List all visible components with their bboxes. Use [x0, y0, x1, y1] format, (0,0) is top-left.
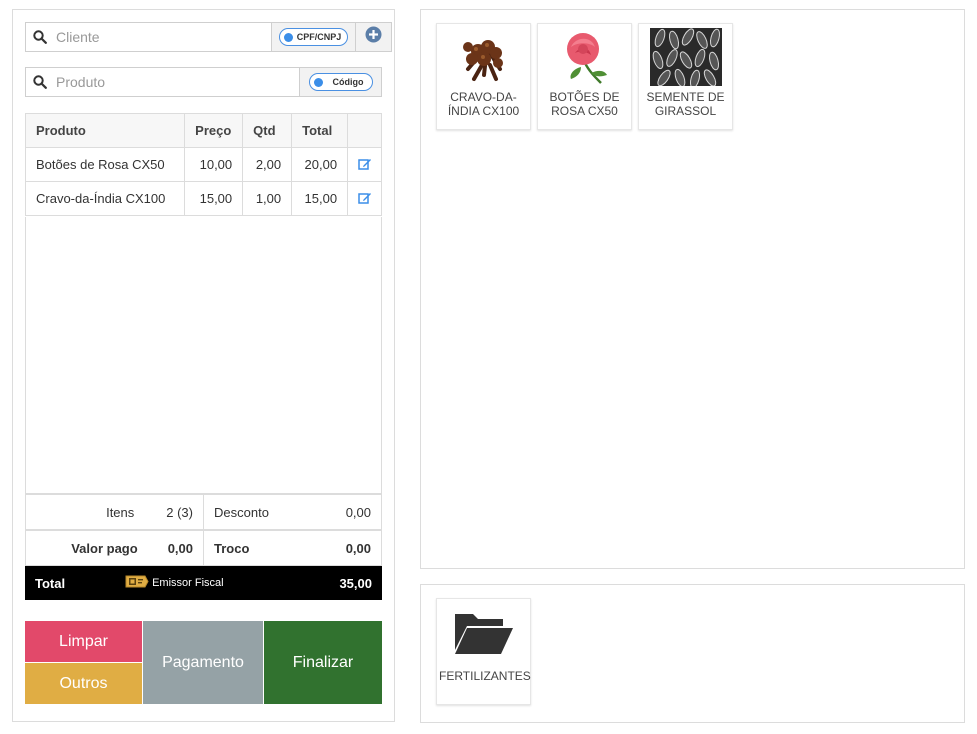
product-search: Código	[25, 67, 382, 97]
products-panel: CRAVO-DA-ÍNDIA CX100 BOTÕES DE ROSA CX50	[420, 9, 965, 569]
cart-header-row: Produto Preço Qtd Total	[24, 113, 382, 148]
payment-button[interactable]: Pagamento	[143, 621, 263, 704]
col-price: Preço	[184, 113, 244, 148]
row-price: 10,00	[184, 147, 244, 182]
product-toggle-label: Código	[332, 77, 364, 87]
col-total: Total	[291, 113, 349, 148]
paid-value: 0,00	[167, 540, 193, 556]
plus-circle-icon	[365, 26, 382, 48]
search-icon	[26, 30, 54, 44]
col-actions	[347, 113, 382, 148]
category-tile[interactable]: FERTILIZANTES	[436, 598, 531, 705]
change-cell: Troco 0,00	[203, 531, 381, 565]
discount-value: 0,00	[345, 504, 371, 520]
product-tile[interactable]: SEMENTE DE GIRASSOL	[638, 23, 733, 130]
others-button[interactable]: Outros	[25, 663, 142, 704]
cloves-image	[448, 28, 520, 86]
row-qty: 2,00	[242, 147, 293, 182]
search-icon	[26, 75, 54, 89]
total-bar: Total Emissor Fiscal 35,00	[25, 566, 382, 600]
add-client-button[interactable]	[355, 23, 391, 51]
categories-panel: FERTILIZANTES	[420, 584, 965, 723]
total-value: 35,00	[339, 575, 372, 591]
table-row: Cravo-da-Índia CX100 15,00 1,00 15,00	[24, 181, 382, 216]
client-toggle-label: CPF/CNPJ	[296, 32, 342, 42]
product-name: BOTÕES DE ROSA CX50	[549, 90, 620, 118]
toggle-dot	[283, 32, 293, 42]
row-product: Cravo-da-Índia CX100	[24, 181, 186, 216]
cart-empty-area	[25, 217, 382, 494]
discount-label: Desconto	[214, 504, 269, 520]
product-tile[interactable]: CRAVO-DA-ÍNDIA CX100	[436, 23, 531, 130]
category-name: FERTILIZANTES	[439, 669, 531, 683]
paid-cell: Valor pago 0,00	[26, 531, 203, 565]
table-row: Botões de Rosa CX50 10,00 2,00 20,00	[24, 147, 382, 182]
finish-button[interactable]: Finalizar	[264, 621, 382, 704]
product-input[interactable]	[54, 73, 299, 91]
change-label: Troco	[214, 540, 250, 556]
col-product: Produto	[24, 113, 186, 148]
cart-panel: CPF/CNPJ Código Produto Preço Q	[12, 9, 395, 722]
client-doc-toggle[interactable]: CPF/CNPJ	[278, 28, 349, 46]
cart-table: Produto Preço Qtd Total Botões de Rosa C…	[24, 113, 382, 216]
product-tile[interactable]: BOTÕES DE ROSA CX50	[537, 23, 632, 130]
paid-label: Valor pago	[71, 540, 138, 556]
items-value: 2 (3)	[166, 504, 193, 520]
fiscal-ticket-icon	[125, 574, 149, 592]
product-toggle-addon: Código	[299, 68, 381, 96]
row-product: Botões de Rosa CX50	[24, 147, 186, 182]
total-label: Total	[35, 575, 66, 591]
row-price: 15,00	[184, 181, 244, 216]
summary-row-payment: Valor pago 0,00 Troco 0,00	[25, 530, 382, 566]
client-search: CPF/CNPJ	[25, 22, 392, 52]
items-cell: Itens 2 (3)	[26, 495, 203, 529]
discount-cell: Desconto 0,00	[203, 495, 381, 529]
row-total: 20,00	[291, 147, 349, 182]
change-value: 0,00	[345, 540, 371, 556]
product-name: CRAVO-DA-ÍNDIA CX100	[447, 90, 520, 118]
col-qty: Qtd	[242, 113, 293, 148]
product-code-toggle[interactable]: Código	[308, 73, 373, 91]
rose-image	[549, 28, 621, 86]
summary-row-items: Itens 2 (3) Desconto 0,00	[25, 494, 382, 530]
items-label: Itens	[106, 504, 135, 520]
client-input[interactable]	[54, 28, 271, 46]
sunflower-seeds-image	[649, 28, 722, 86]
edit-icon	[357, 192, 372, 207]
folder-open-icon	[448, 605, 520, 661]
edit-icon	[357, 158, 372, 173]
toggle-dot	[313, 77, 323, 87]
client-toggle-addon: CPF/CNPJ	[271, 23, 355, 51]
edit-row-button[interactable]	[347, 147, 382, 182]
edit-row-button[interactable]	[347, 181, 382, 216]
clear-button[interactable]: Limpar	[25, 621, 142, 662]
row-total: 15,00	[291, 181, 349, 216]
product-name: SEMENTE DE GIRASSOL	[646, 90, 725, 118]
fiscal-issuer-button[interactable]: Emissor Fiscal	[125, 574, 224, 592]
row-qty: 1,00	[242, 181, 293, 216]
fiscal-label: Emissor Fiscal	[152, 577, 224, 589]
